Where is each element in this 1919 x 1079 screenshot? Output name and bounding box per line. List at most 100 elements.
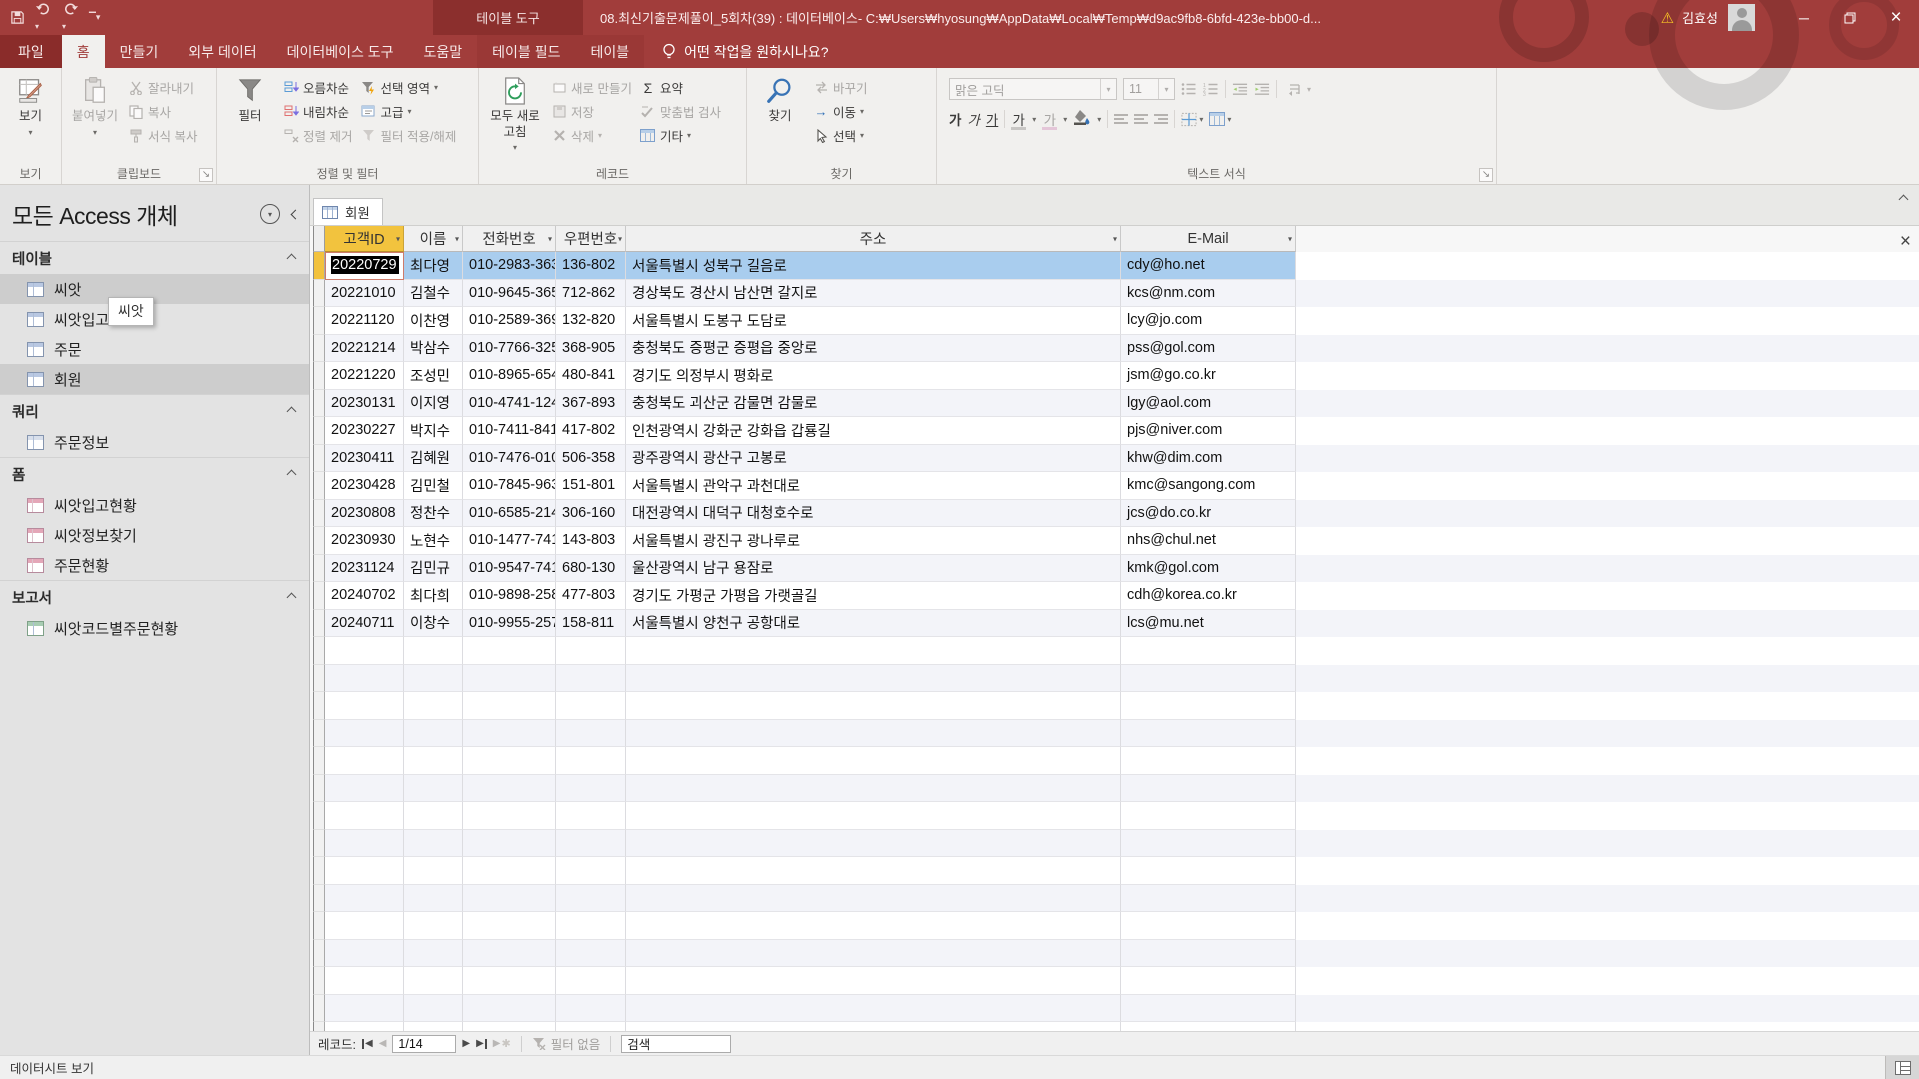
- filter-dropdown-icon[interactable]: ▾: [455, 234, 459, 243]
- cell[interactable]: 박삼수: [404, 335, 463, 363]
- cell[interactable]: cdh@korea.co.kr: [1121, 582, 1296, 610]
- cell[interactable]: nhs@chul.net: [1121, 527, 1296, 555]
- column-header-customer-id[interactable]: 고객ID▾: [325, 226, 404, 252]
- cell[interactable]: 경기도 의정부시 평화로: [626, 362, 1121, 390]
- cell[interactable]: 010-9955-2576: [463, 610, 556, 638]
- record-selector[interactable]: [313, 692, 325, 720]
- empty-cell[interactable]: [556, 775, 626, 803]
- empty-cell[interactable]: [325, 940, 404, 968]
- cell[interactable]: 20231124: [325, 555, 404, 583]
- nav-item[interactable]: 씨앗코드별주문현황: [0, 613, 309, 643]
- tell-me-box[interactable]: 어떤 작업을 원하시나요?: [662, 35, 828, 68]
- minimize-button[interactable]: ─: [1781, 0, 1827, 35]
- empty-cell[interactable]: [626, 720, 1121, 748]
- shutter-close-icon[interactable]: [291, 209, 301, 219]
- cell[interactable]: 480-841: [556, 362, 626, 390]
- empty-cell[interactable]: [626, 665, 1121, 693]
- cell[interactable]: 20221120: [325, 307, 404, 335]
- cell[interactable]: lcs@mu.net: [1121, 610, 1296, 638]
- cell[interactable]: 680-130: [556, 555, 626, 583]
- cell[interactable]: lcy@jo.com: [1121, 307, 1296, 335]
- cell[interactable]: 이찬영: [404, 307, 463, 335]
- empty-cell[interactable]: [1121, 720, 1296, 748]
- next-record-button[interactable]: ▶: [462, 1038, 470, 1049]
- empty-cell[interactable]: [404, 692, 463, 720]
- cell[interactable]: 477-803: [556, 582, 626, 610]
- cell[interactable]: 서울특별시 성북구 길음로: [626, 252, 1121, 280]
- empty-cell[interactable]: [325, 912, 404, 940]
- record-selector[interactable]: [313, 335, 325, 363]
- empty-cell[interactable]: [463, 940, 556, 968]
- cell[interactable]: 136-802: [556, 252, 626, 280]
- empty-cell[interactable]: [626, 967, 1121, 995]
- warning-icon[interactable]: ⚠: [1661, 9, 1674, 27]
- cell[interactable]: 20221220: [325, 362, 404, 390]
- empty-cell[interactable]: [556, 967, 626, 995]
- cell[interactable]: 20230808: [325, 500, 404, 528]
- empty-cell[interactable]: [325, 747, 404, 775]
- empty-cell[interactable]: [1121, 665, 1296, 693]
- empty-cell[interactable]: [463, 692, 556, 720]
- empty-cell[interactable]: [626, 692, 1121, 720]
- advanced-filter-button[interactable]: 고급▾: [356, 100, 460, 123]
- sort-descending-button[interactable]: 내림차순: [279, 100, 356, 123]
- column-header-name[interactable]: 이름▾: [404, 226, 463, 252]
- record-selector[interactable]: [313, 582, 325, 610]
- empty-cell[interactable]: [1121, 637, 1296, 665]
- sort-ascending-button[interactable]: 오름차순: [279, 76, 356, 99]
- filter-status[interactable]: 필터 없음: [532, 1034, 600, 1053]
- filter-dropdown-icon[interactable]: ▾: [396, 234, 400, 243]
- restore-button[interactable]: [1827, 0, 1873, 35]
- alt-row-color-button[interactable]: ▾: [1209, 111, 1231, 127]
- cell[interactable]: 서울특별시 관악구 과천대로: [626, 472, 1121, 500]
- cell[interactable]: 20230411: [325, 445, 404, 473]
- nav-item[interactable]: 씨앗입고: [0, 304, 309, 334]
- cell[interactable]: 417-802: [556, 417, 626, 445]
- underline-button[interactable]: 가: [986, 109, 998, 129]
- empty-cell[interactable]: [404, 857, 463, 885]
- nav-section-header[interactable]: 테이블: [0, 241, 309, 274]
- tab-file[interactable]: 파일: [0, 35, 62, 68]
- cell[interactable]: 010-2983-3635: [463, 252, 556, 280]
- record-selector[interactable]: [313, 610, 325, 638]
- empty-cell[interactable]: [325, 802, 404, 830]
- empty-cell[interactable]: [463, 775, 556, 803]
- record-position-box[interactable]: 1/14: [392, 1035, 456, 1053]
- cell[interactable]: 010-1477-7414: [463, 527, 556, 555]
- cell[interactable]: 정찬수: [404, 500, 463, 528]
- cell[interactable]: 010-8965-6542: [463, 362, 556, 390]
- empty-cell[interactable]: [404, 830, 463, 858]
- more-button[interactable]: 기타▾: [636, 124, 725, 147]
- empty-cell[interactable]: [1121, 885, 1296, 913]
- record-selector[interactable]: [313, 307, 325, 335]
- empty-cell[interactable]: [1121, 995, 1296, 1023]
- empty-cell[interactable]: [325, 720, 404, 748]
- cell[interactable]: 20221010: [325, 280, 404, 308]
- empty-cell[interactable]: [463, 1022, 556, 1031]
- empty-cell[interactable]: [1121, 1022, 1296, 1031]
- cell[interactable]: 368-905: [556, 335, 626, 363]
- empty-cell[interactable]: [325, 995, 404, 1023]
- empty-cell[interactable]: [1121, 857, 1296, 885]
- empty-cell[interactable]: [404, 912, 463, 940]
- nav-item[interactable]: 주문현황: [0, 550, 309, 580]
- cell[interactable]: 010-2589-3695: [463, 307, 556, 335]
- cell[interactable]: 158-811: [556, 610, 626, 638]
- empty-cell[interactable]: [626, 830, 1121, 858]
- empty-cell[interactable]: [404, 885, 463, 913]
- empty-cell[interactable]: [626, 912, 1121, 940]
- nav-section-header[interactable]: 쿼리: [0, 394, 309, 427]
- cell[interactable]: 충청북도 괴산군 감물면 감물로: [626, 390, 1121, 418]
- column-header-phone[interactable]: 전화번호▾: [463, 226, 556, 252]
- empty-cell[interactable]: [463, 885, 556, 913]
- text-format-dialog-launcher[interactable]: ↘: [1479, 168, 1493, 182]
- record-selector[interactable]: [313, 555, 325, 583]
- record-selector[interactable]: [313, 720, 325, 748]
- empty-cell[interactable]: [1121, 692, 1296, 720]
- cell[interactable]: 박지수: [404, 417, 463, 445]
- empty-cell[interactable]: [626, 775, 1121, 803]
- empty-cell[interactable]: [556, 692, 626, 720]
- filter-dropdown-icon[interactable]: ▾: [618, 234, 622, 243]
- cell[interactable]: 김철수: [404, 280, 463, 308]
- undo-icon[interactable]: ▾: [35, 2, 52, 34]
